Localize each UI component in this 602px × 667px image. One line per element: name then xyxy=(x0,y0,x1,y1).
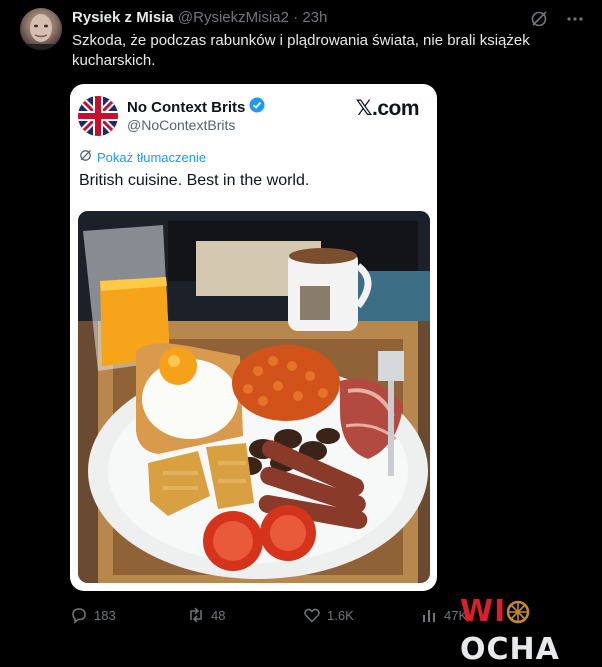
tweet-time[interactable]: 23h xyxy=(302,9,327,26)
x-logo: 𝕏.com xyxy=(355,97,420,120)
quoted-avatar[interactable] xyxy=(78,96,118,136)
tweet-text: Szkoda, że podczas rabunków i plądrowani… xyxy=(72,32,530,69)
like-action[interactable]: 1.6K xyxy=(303,606,354,624)
more-options-icon[interactable] xyxy=(566,10,584,33)
heart-icon xyxy=(304,608,320,623)
tweet-top-icons xyxy=(530,10,584,33)
quoted-name[interactable]: No Context Brits xyxy=(127,99,245,116)
quoted-text: British cuisine. Best in the world. xyxy=(79,172,310,189)
reply-action[interactable]: 183 xyxy=(70,606,116,624)
quoted-name-row: No Context Brits xyxy=(127,97,265,117)
watermark-w: W xyxy=(460,594,495,629)
translate-icon xyxy=(79,149,92,165)
like-count: 1.6K xyxy=(327,607,354,623)
author-name[interactable]: Rysiek z Misia xyxy=(72,9,174,26)
quoted-post-card[interactable]: No Context Brits @NoContextBrits 𝕏.com P… xyxy=(70,84,437,591)
wiocha-watermark: WI OCHA xyxy=(460,594,602,667)
repost-icon xyxy=(190,607,202,623)
verified-badge-icon xyxy=(249,97,265,117)
grok-icon[interactable] xyxy=(530,10,548,33)
translate-label[interactable]: Pokaż tłumaczenie xyxy=(97,150,206,165)
reply-icon xyxy=(72,608,86,624)
watermark-ocha: OCHA xyxy=(460,632,560,667)
author-avatar[interactable] xyxy=(20,8,62,50)
wheel-icon xyxy=(506,597,530,632)
translate-link[interactable]: Pokaż tłumaczenie xyxy=(79,149,206,165)
separator: · xyxy=(293,9,299,26)
watermark-i: I xyxy=(494,594,507,629)
breakfast-photo[interactable] xyxy=(78,211,430,583)
tweet-header: Rysiek z Misia @RysiekzMisia2 · 23h xyxy=(72,9,327,26)
repost-count: 48 xyxy=(211,607,226,623)
views-icon xyxy=(423,610,435,622)
quoted-handle[interactable]: @NoContextBrits xyxy=(127,117,235,133)
reply-count: 183 xyxy=(94,607,116,623)
author-handle[interactable]: @RysiekzMisia2 xyxy=(178,9,289,26)
repost-action[interactable]: 48 xyxy=(187,606,225,624)
